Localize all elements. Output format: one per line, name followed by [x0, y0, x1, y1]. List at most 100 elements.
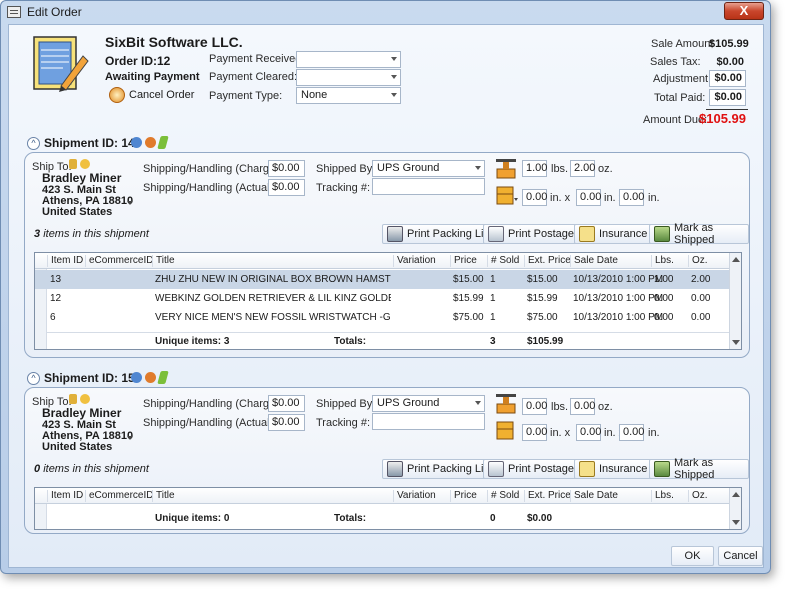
col-ext-price[interactable]: Ext. Price	[524, 490, 571, 502]
address-lookup-icon[interactable]	[80, 159, 90, 169]
shipment-15-items-grid: Item ID eCommerceID Title Variation Pric…	[34, 487, 742, 530]
weight-oz-field[interactable]: 2.00	[570, 160, 595, 177]
box-icon[interactable]	[494, 419, 518, 443]
col-price[interactable]: Price	[450, 490, 477, 502]
dim-height-field[interactable]: 0.00	[619, 424, 644, 441]
col-sold[interactable]: # Sold	[487, 490, 519, 502]
sh-charged-field[interactable]: $0.00	[268, 395, 305, 412]
cancel-button[interactable]: Cancel	[718, 546, 763, 566]
scroll-down-icon[interactable]	[732, 520, 740, 525]
col-sale-date[interactable]: Sale Date	[570, 255, 618, 267]
order-status: Awaiting Payment	[105, 71, 200, 83]
postage-icon	[488, 226, 504, 242]
table-row[interactable]: 13 ZHU ZHU NEW IN ORIGINAL BOX BROWN HAM…	[35, 270, 729, 289]
col-oz[interactable]: Oz.	[688, 490, 708, 502]
shipment-15-panel: Ship To: Bradley Miner 423 S. Main St At…	[24, 387, 750, 534]
address-lookup-icon[interactable]	[80, 394, 90, 404]
col-sold[interactable]: # Sold	[487, 255, 519, 267]
sh-actual-field[interactable]: $0.00	[268, 414, 305, 431]
col-ext-price[interactable]: Ext. Price	[524, 255, 571, 267]
close-button[interactable]: X	[724, 2, 764, 20]
document-pencil-icon	[33, 36, 89, 92]
print-packing-list-button[interactable]: Print Packing List	[382, 459, 497, 479]
weight-lbs-field[interactable]: 1.00	[522, 160, 547, 177]
table-row[interactable]: 6 VERY NICE MEN'S NEW FOSSIL WRISTWATCH …	[35, 308, 729, 327]
edit-icon[interactable]	[157, 371, 169, 384]
print-postage-button[interactable]: Print Postage	[483, 224, 580, 244]
collapse-shipment-15-toggle[interactable]: ^	[27, 372, 40, 385]
tracking-field[interactable]	[372, 413, 485, 430]
refresh-icon[interactable]	[145, 372, 156, 383]
col-item-id[interactable]: Item ID	[47, 490, 83, 502]
payment-cleared-picker[interactable]	[296, 69, 401, 86]
dim-width-field[interactable]: 0.00	[576, 424, 601, 441]
collapse-shipment-14-toggle[interactable]: ^	[27, 137, 40, 150]
col-ecommerce-id[interactable]: eCommerceID	[85, 255, 153, 267]
adjustment-field[interactable]: $0.00	[709, 70, 746, 87]
chevron-down-icon[interactable]	[127, 201, 133, 205]
edit-icon[interactable]	[157, 136, 169, 149]
dim-length-field[interactable]: 0.00	[522, 424, 547, 441]
box-icon[interactable]	[494, 184, 518, 208]
scroll-down-icon[interactable]	[732, 340, 740, 345]
items-text: items in this shipment	[43, 228, 149, 240]
total-paid-field[interactable]: $0.00	[709, 89, 746, 106]
sh-actual-field[interactable]: $0.00	[268, 179, 305, 196]
shipped-by-select[interactable]: UPS Ground	[372, 395, 485, 412]
info-icon[interactable]	[131, 137, 142, 148]
col-lbs[interactable]: Lbs.	[651, 490, 674, 502]
refresh-icon[interactable]	[145, 137, 156, 148]
sale-amount: $105.99	[709, 38, 749, 50]
grid-scrollbar[interactable]	[729, 253, 741, 349]
info-icon[interactable]	[131, 372, 142, 383]
weight-lbs-field[interactable]: 0.00	[522, 398, 547, 415]
col-title[interactable]: Title	[152, 255, 175, 267]
scroll-up-icon[interactable]	[732, 492, 740, 497]
dim-length-field[interactable]: 0.00	[522, 189, 547, 206]
col-sale-date[interactable]: Sale Date	[570, 490, 618, 502]
col-oz[interactable]: Oz.	[688, 255, 708, 267]
dim-width-field[interactable]: 0.00	[576, 189, 601, 206]
print-packing-list-button[interactable]: Print Packing List	[382, 224, 497, 244]
edit-address-icon[interactable]	[69, 159, 77, 169]
chevron-down-icon[interactable]	[127, 436, 133, 440]
weight-oz-field[interactable]: 0.00	[570, 398, 595, 415]
mark-as-shipped-button[interactable]: Mark as Shipped	[649, 457, 749, 481]
scroll-up-icon[interactable]	[732, 257, 740, 262]
col-variation[interactable]: Variation	[393, 490, 436, 502]
shipped-by-value: UPS Ground	[377, 397, 440, 409]
table-row[interactable]: 12 WEBKINZ GOLDEN RETRIEVER & LIL KINZ G…	[35, 289, 729, 308]
ok-button[interactable]: OK	[671, 546, 714, 566]
scale-icon[interactable]	[494, 392, 518, 414]
col-price[interactable]: Price	[450, 255, 477, 267]
sh-charged-field[interactable]: $0.00	[268, 160, 305, 177]
col-title[interactable]: Title	[152, 490, 175, 502]
col-ecommerce-id[interactable]: eCommerceID	[85, 490, 153, 502]
dim-height-field[interactable]: 0.00	[619, 189, 644, 206]
mark-as-shipped-button[interactable]: Mark as Shipped	[649, 222, 749, 246]
lbs-label: lbs.	[551, 163, 569, 175]
cancel-order-button[interactable]: Cancel Order	[109, 87, 194, 103]
shipped-by-select[interactable]: UPS Ground	[372, 160, 485, 177]
insurance-button[interactable]: Insurance	[574, 459, 653, 479]
payment-type-select[interactable]: None	[296, 87, 401, 104]
col-item-id[interactable]: Item ID	[47, 255, 83, 267]
shipment-15-title: Shipment ID: 15	[44, 371, 135, 385]
tracking-field[interactable]	[372, 178, 485, 195]
window-icon	[7, 6, 21, 18]
cell-title: ZHU ZHU NEW IN ORIGINAL BOX BROWN HAMSTE…	[155, 274, 391, 285]
totals-label: Totals:	[334, 336, 367, 347]
payment-received-picker[interactable]	[296, 51, 401, 68]
insurance-button[interactable]: Insurance	[574, 224, 653, 244]
chevron-down-icon	[475, 166, 481, 170]
cell-item-id: 12	[50, 293, 62, 304]
edit-address-icon[interactable]	[69, 394, 77, 404]
print-postage-button[interactable]: Print Postage	[483, 459, 580, 479]
grid-scrollbar[interactable]	[729, 488, 741, 529]
shipped-by-value: UPS Ground	[377, 162, 440, 174]
scale-icon[interactable]	[494, 157, 518, 179]
col-lbs[interactable]: Lbs.	[651, 255, 674, 267]
title-bar[interactable]: Edit Order X	[1, 1, 770, 23]
col-variation[interactable]: Variation	[393, 255, 436, 267]
printer-icon	[387, 461, 403, 477]
